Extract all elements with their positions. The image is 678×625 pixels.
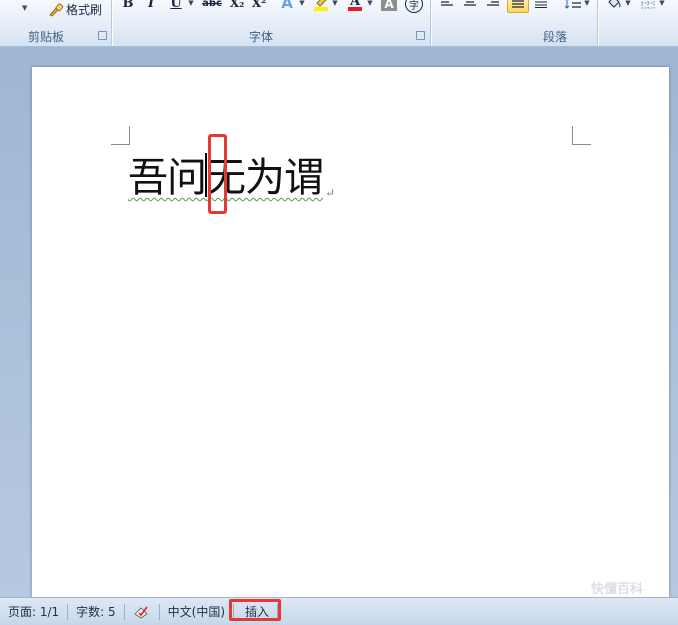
italic-button[interactable]: I — [143, 0, 159, 12]
underline-dropdown-arrow[interactable]: ▼ — [187, 0, 195, 12]
superscript-button[interactable]: X² — [250, 0, 268, 12]
borders-button[interactable] — [638, 0, 658, 12]
justify-icon — [511, 0, 525, 10]
status-bar: 页面: 1/1 字数: 5 中文(中国) 插入 — [0, 597, 678, 625]
format-painter-button[interactable]: 格式刷 — [48, 1, 102, 18]
paragraph-group-label: 段落 — [543, 30, 568, 44]
group-separator — [430, 0, 431, 46]
bold-button[interactable]: B — [120, 0, 136, 12]
distributed-button[interactable] — [532, 0, 550, 12]
shading-dropdown-arrow[interactable]: ▼ — [624, 0, 632, 12]
group-separator — [111, 0, 112, 46]
font-group-label: 字体 — [249, 30, 274, 44]
underline-button[interactable]: U — [168, 0, 184, 12]
proofing-icon — [133, 604, 151, 620]
clipboard-group-label: 剪贴板 — [28, 30, 65, 44]
margin-corner-top-left — [111, 126, 130, 145]
text-effect-button[interactable]: A — [276, 0, 298, 12]
borders-dropdown-arrow[interactable]: ▼ — [658, 0, 666, 12]
align-right-icon — [486, 0, 500, 8]
font-dialog-launcher[interactable] — [416, 31, 425, 40]
distributed-icon — [534, 0, 548, 8]
font-color-icon: A — [346, 0, 364, 12]
borders-icon — [641, 0, 655, 9]
document-area: 吾问无为谓 ↵ 快懂百科 — [0, 47, 678, 607]
paint-bucket-icon — [606, 0, 622, 10]
insert-mode-highlight-box — [229, 599, 281, 621]
language-indicator[interactable]: 中文(中国) — [160, 598, 233, 625]
clipboard-dialog-launcher[interactable] — [98, 31, 107, 40]
watermark: 快懂百科 — [590, 582, 643, 597]
subscript-button[interactable]: X₂ — [228, 0, 246, 12]
highlighter-icon — [312, 0, 330, 11]
document-page[interactable]: 吾问无为谓 ↵ 快懂百科 — [32, 67, 669, 607]
shading-button[interactable] — [604, 0, 624, 12]
format-painter-label: 格式刷 — [66, 3, 103, 17]
line-spacing-button[interactable] — [563, 0, 583, 12]
text-before-caret: 吾问 — [128, 155, 207, 201]
align-right-button[interactable] — [484, 0, 502, 12]
font-color-button[interactable]: A — [345, 0, 365, 12]
brush-icon — [48, 2, 64, 17]
paragraph-mark: ↵ — [325, 186, 335, 200]
word-count[interactable]: 字数: 5 — [68, 598, 124, 625]
document-text[interactable]: 吾问无为谓 ↵ — [128, 153, 335, 218]
highlighter-dropdown-arrow[interactable]: ▼ — [331, 0, 339, 12]
strikethrough-button[interactable]: abc — [200, 0, 224, 12]
cursor-highlight-box — [208, 134, 227, 214]
align-left-icon — [440, 0, 454, 8]
ribbon: ▼ 格式刷 剪贴板 B I U ▼ abc X₂ X² A ▼ ▼ A ▼ A … — [0, 0, 678, 47]
group-separator — [597, 0, 598, 46]
text-effect-dropdown-arrow[interactable]: ▼ — [298, 0, 306, 12]
line-spacing-icon — [564, 0, 582, 9]
margin-corner-top-right — [572, 126, 591, 145]
proofing-button[interactable] — [125, 598, 159, 625]
char-shading-button[interactable]: A — [381, 0, 397, 11]
align-center-icon — [463, 0, 477, 8]
font-color-dropdown-arrow[interactable]: ▼ — [366, 0, 374, 12]
justify-button[interactable] — [507, 0, 529, 13]
enclose-character-button[interactable]: 字 — [405, 0, 423, 13]
paste-dropdown-arrow[interactable]: ▼ — [22, 4, 27, 12]
line-spacing-dropdown-arrow[interactable]: ▼ — [583, 0, 591, 12]
align-center-button[interactable] — [461, 0, 479, 12]
highlighter-button[interactable] — [311, 0, 331, 12]
page-indicator[interactable]: 页面: 1/1 — [0, 598, 67, 625]
align-left-button[interactable] — [438, 0, 456, 12]
